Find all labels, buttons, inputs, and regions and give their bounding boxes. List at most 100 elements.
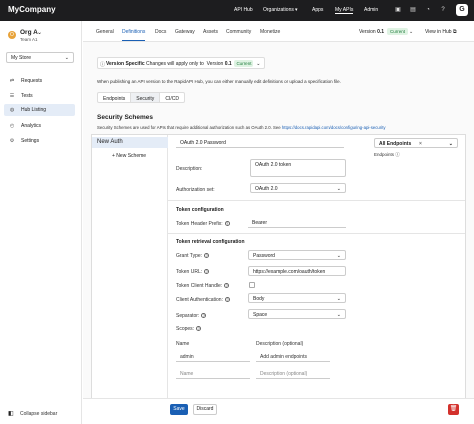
scope-description-input[interactable]: Description (optional) xyxy=(256,369,330,379)
section-description: Security Schemes are used for APIs that … xyxy=(97,125,386,130)
token-prefix-input[interactable]: Bearer xyxy=(248,218,346,228)
auth-value: OAuth 2.0 xyxy=(255,186,278,192)
token-url-label: Token URL:? xyxy=(176,269,210,275)
nav-my-apis[interactable]: My APIs xyxy=(335,7,354,14)
endpoints-label-text: Endpoints xyxy=(374,152,395,157)
nav-admin[interactable]: Admin xyxy=(364,7,378,13)
sidebar-item-label: Requests xyxy=(21,78,43,84)
description-label: Description: xyxy=(176,166,203,172)
scope-description-input[interactable]: Add admin endpoints xyxy=(256,352,330,362)
grant-type-select[interactable]: Password ⌄ xyxy=(248,250,346,260)
new-scheme-button[interactable]: + New Scheme xyxy=(112,153,146,159)
globe-icon: ◍ xyxy=(9,107,15,113)
version-select[interactable]: Version 0.1 xyxy=(359,29,384,35)
info-icon: ⓘ xyxy=(100,62,106,68)
chevron-down-icon[interactable]: ⌄ xyxy=(37,29,42,36)
separator-label: Separator:? xyxy=(176,313,207,319)
endpoints-chip: All Endpoints xyxy=(379,141,412,147)
chevron-down-icon: ⌄ xyxy=(336,253,341,259)
question-icon: ? xyxy=(204,269,210,274)
tab-endpoints[interactable]: Endpoints xyxy=(98,93,132,102)
sidebar-item-label: Hub Listing xyxy=(21,107,47,113)
definition-subtabs: Endpoints Security CI/CD xyxy=(97,92,185,103)
question-icon: ? xyxy=(196,326,202,331)
token-client-handle-label-text: Token Client Handle: xyxy=(176,283,223,289)
org-avatar: O xyxy=(8,31,16,39)
token-config-heading: Token configuration xyxy=(176,207,224,213)
collapse-label: Collapse sidebar xyxy=(20,411,58,417)
tab-assets[interactable]: Assets xyxy=(203,29,218,35)
view-in-hub-label: View in Hub xyxy=(425,29,452,35)
tab-security[interactable]: Security xyxy=(131,93,161,102)
separator-select[interactable]: Space ⌄ xyxy=(248,309,346,319)
tab-community[interactable]: Community xyxy=(226,29,251,35)
org-name[interactable]: Org A xyxy=(20,29,38,36)
endpoints-select[interactable]: All Endpoints × ⌄ xyxy=(374,138,458,148)
sidebar-item-hub-listing[interactable]: ◍ Hub Listing xyxy=(4,104,75,116)
requests-icon: ⇄ xyxy=(9,78,15,84)
sidebar-item-settings[interactable]: ⚙ Settings xyxy=(4,135,75,147)
scheme-form: OAuth 2.0 Password All Endpoints × ⌄ End… xyxy=(168,135,465,412)
divider xyxy=(168,200,465,201)
nav-organizations[interactable]: Organizations xyxy=(263,7,294,13)
token-retrieval-heading: Token retrieval configuration xyxy=(176,239,245,245)
security-panel: New Auth + New Scheme OAuth 2.0 Password… xyxy=(91,134,466,413)
tab-gateway[interactable]: Gateway xyxy=(175,29,195,35)
chat-icon[interactable]: ▤ xyxy=(409,6,417,14)
sidebar-item-tests[interactable]: ☰ Tests xyxy=(4,90,75,102)
save-button[interactable]: Save xyxy=(170,404,188,415)
scope-name-input[interactable]: admin xyxy=(176,352,250,362)
auth-select[interactable]: OAuth 2.0 ⌄ xyxy=(250,183,346,193)
discard-button[interactable]: Discard xyxy=(193,404,217,415)
section-desc-text: Security Schemes are used for APIs that … xyxy=(97,125,281,130)
docs-link[interactable]: https://docs.rapidapi.com/docs/configuri… xyxy=(282,125,386,130)
client-auth-select[interactable]: Body ⌄ xyxy=(248,293,346,303)
analytics-icon: ◴ xyxy=(9,123,15,129)
tab-definitions[interactable]: Definitions xyxy=(122,29,146,41)
token-prefix-label-text: Token Header Prefix: xyxy=(176,221,223,227)
inbox-icon[interactable]: ▣ xyxy=(394,6,402,14)
version-banner: ⓘ Version Specific Changes will apply on… xyxy=(97,57,265,69)
chevron-down-icon[interactable]: ▾ xyxy=(295,7,298,13)
divider xyxy=(168,233,465,234)
version-banner-label: Version xyxy=(206,61,224,67)
brand-logo[interactable]: MyCompany xyxy=(8,5,56,14)
token-client-handle-checkbox[interactable] xyxy=(249,282,255,288)
scope-name-input[interactable]: Name xyxy=(176,369,250,379)
external-link-icon: ⧉ xyxy=(452,29,457,35)
version-banner-prefix: Version Specific xyxy=(106,61,145,67)
token-url-input[interactable]: https://example.com/oauth/token xyxy=(248,266,346,276)
sidebar-item-requests[interactable]: ⇄ Requests xyxy=(4,75,75,87)
chevron-down-icon: ⌄ xyxy=(64,55,69,61)
nav-apps[interactable]: Apps xyxy=(312,7,323,13)
version-value: 0.1 xyxy=(377,29,385,35)
grant-type-label: Grant Type:? xyxy=(176,253,210,259)
chevron-down-icon[interactable]: ⌄ xyxy=(409,29,413,35)
user-avatar[interactable]: G xyxy=(456,4,468,16)
bell-icon[interactable]: ◔ xyxy=(424,6,432,14)
close-icon[interactable]: × xyxy=(419,141,422,147)
separator-value: Space xyxy=(253,312,268,318)
nav-api-hub[interactable]: API Hub xyxy=(234,7,253,13)
view-in-hub-link[interactable]: View in Hub ⧉ xyxy=(425,29,457,35)
version-banner-text: Changes will apply only to xyxy=(146,61,204,67)
tab-monetize[interactable]: Monetize xyxy=(260,29,280,35)
description-textarea[interactable]: OAuth 2.0 token xyxy=(250,159,346,177)
status-badge: Current xyxy=(234,60,254,67)
team-name: Team A1 xyxy=(20,37,38,42)
delete-button[interactable]: 🗑 xyxy=(448,404,459,415)
chevron-down-icon: ⌄ xyxy=(336,312,341,318)
scheme-item[interactable]: New Auth xyxy=(92,137,168,148)
tab-docs[interactable]: Docs xyxy=(155,29,166,35)
scheme-name-input[interactable]: OAuth 2.0 Password xyxy=(176,138,344,148)
help-icon[interactable]: ? xyxy=(439,6,447,14)
tests-icon: ☰ xyxy=(9,93,15,99)
chevron-down-icon[interactable]: ⌄ xyxy=(256,61,260,67)
tab-general[interactable]: General xyxy=(96,29,114,35)
sidebar-item-analytics[interactable]: ◴ Analytics xyxy=(4,120,75,132)
store-select[interactable]: My Store ⌄ xyxy=(6,52,74,63)
sidebar-item-label: Settings xyxy=(21,138,40,144)
tab-cicd[interactable]: CI/CD xyxy=(160,93,184,102)
grant-type-value: Password xyxy=(253,253,275,259)
question-icon: ? xyxy=(224,297,230,302)
